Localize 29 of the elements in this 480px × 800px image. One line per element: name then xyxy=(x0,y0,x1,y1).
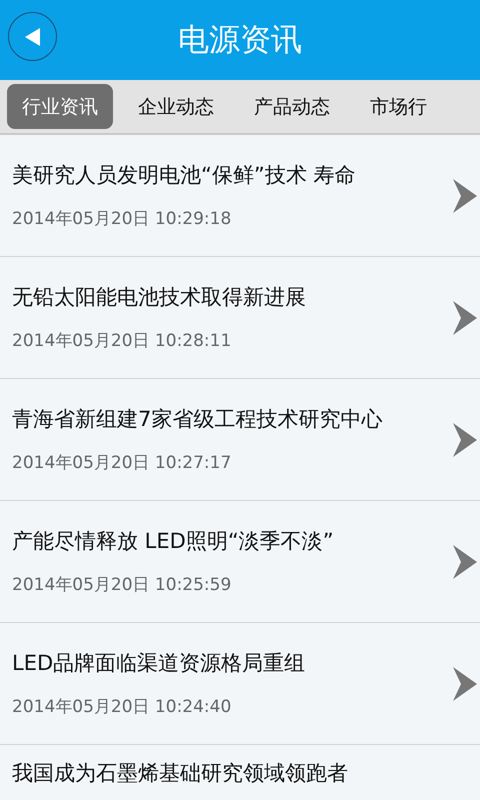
chevron-icon xyxy=(451,542,479,580)
news-title: 无铅太阳能电池技术取得新进展 xyxy=(12,284,307,311)
back-icon xyxy=(24,26,42,46)
news-item[interactable]: 无铅太阳能电池技术取得新进展 2014年05月20日 10:28:11 xyxy=(0,257,480,379)
news-date: 2014年05月20日 10:27:17 xyxy=(12,452,232,474)
news-title: LED品牌面临渠道资源格局重组 xyxy=(12,650,306,677)
chevron-icon xyxy=(451,298,479,336)
category-tab[interactable]: 产品动态 xyxy=(239,84,345,129)
category-tab[interactable]: 企业动态 xyxy=(123,84,229,129)
news-title: 青海省新组建7家省级工程技术研究中心 xyxy=(12,406,384,433)
news-date: 2014年05月20日 10:28:11 xyxy=(12,330,232,352)
chevron-icon xyxy=(451,664,479,702)
page-title: 电源资讯 xyxy=(178,21,302,60)
news-date: 2014年05月20日 10:24:40 xyxy=(12,696,232,718)
news-date: 2014年05月20日 10:29:18 xyxy=(12,208,232,230)
news-title: 我国成为石墨烯基础研究领域领跑者 xyxy=(12,760,349,786)
news-item[interactable]: 我国成为石墨烯基础研究领域领跑者 xyxy=(0,745,480,800)
news-item[interactable]: 青海省新组建7家省级工程技术研究中心 2014年05月20日 10:27:17 xyxy=(0,379,480,501)
category-tab[interactable]: 市场行 xyxy=(355,84,442,129)
news-title: 美研究人员发明电池“保鲜”技术 寿命 xyxy=(12,162,356,189)
news-title: 产能尽情释放 LED照明“淡季不淡” xyxy=(12,528,335,555)
news-date: 2014年05月20日 10:25:59 xyxy=(12,574,232,596)
chevron-icon xyxy=(451,420,479,458)
news-item[interactable]: 美研究人员发明电池“保鲜”技术 寿命 2014年05月20日 10:29:18 xyxy=(0,135,480,257)
chevron-icon xyxy=(451,176,479,214)
news-item[interactable]: 产能尽情释放 LED照明“淡季不淡” 2014年05月20日 10:25:59 xyxy=(0,501,480,623)
news-item[interactable]: LED品牌面临渠道资源格局重组 2014年05月20日 10:24:40 xyxy=(0,623,480,745)
back-button[interactable] xyxy=(8,12,57,61)
category-tab[interactable]: 行业资讯 xyxy=(7,84,113,129)
